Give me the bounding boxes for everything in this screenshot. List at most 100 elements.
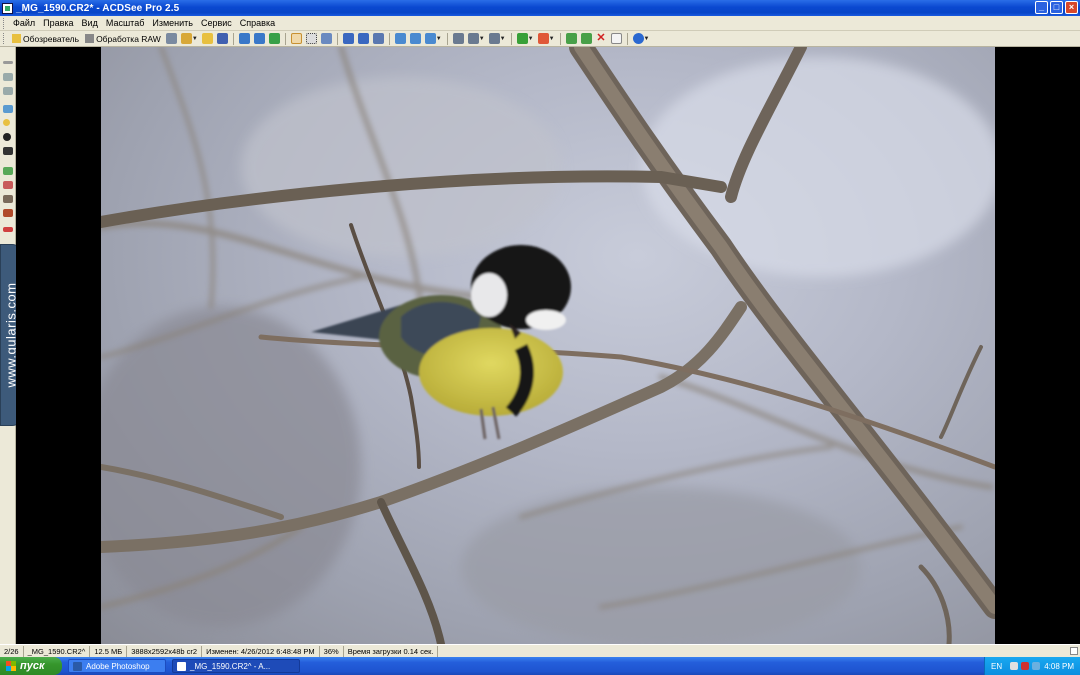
save-icon[interactable]: [216, 33, 228, 44]
menu-grip[interactable]: [3, 17, 6, 29]
image-basket-icon[interactable]: [516, 33, 528, 44]
select-tool-icon[interactable]: [290, 33, 302, 44]
acdsee-app-icon[interactable]: [2, 2, 13, 14]
scan-icon[interactable]: [165, 33, 177, 44]
undo-icon[interactable]: [488, 33, 500, 44]
taskbar-item-label: Adobe Photoshop: [86, 661, 150, 671]
size-grip[interactable]: [1070, 647, 1078, 655]
contrast-dock-icon[interactable]: [3, 133, 11, 141]
light-dock-icon[interactable]: [3, 119, 10, 126]
zoom-in-icon[interactable]: [394, 33, 406, 44]
move-to-folder-icon[interactable]: [565, 33, 577, 44]
menu-modify[interactable]: Изменить: [148, 18, 197, 28]
chevron-down-icon[interactable]: ▼: [479, 36, 485, 42]
menu-bar: Файл Правка Вид Масштаб Изменить Сервис …: [0, 16, 1080, 31]
status-bar: 2/26 _MG_1590.CR2^ 12.5 МБ 3888x2592x48b…: [0, 644, 1080, 657]
copy-to-folder-icon[interactable]: [580, 33, 592, 44]
fullscreen-icon[interactable]: [372, 33, 384, 44]
raw-processing-button[interactable]: Обработка RAW: [82, 34, 164, 44]
status-load-time: Время загрузки 0.14 сек.: [344, 645, 439, 657]
magnifier-icon[interactable]: [320, 33, 332, 44]
folder-icon: [12, 34, 21, 43]
menu-edit[interactable]: Правка: [39, 18, 77, 28]
person-dock-icon[interactable]: [3, 147, 13, 155]
dock-grip[interactable]: [3, 61, 13, 64]
menu-tools[interactable]: Сервис: [197, 18, 236, 28]
rotate-left-icon[interactable]: [452, 33, 464, 44]
previous-image-icon[interactable]: [238, 33, 250, 44]
toolbar: Обозреватель Обработка RAW ▼ ▼ ▼ ▼ ▼ ▼ ✕…: [0, 31, 1080, 47]
redo-dock-icon[interactable]: [3, 87, 13, 95]
minimize-button[interactable]: _: [1035, 1, 1048, 14]
raw-processing-label: Обработка RAW: [96, 33, 161, 44]
chevron-down-icon[interactable]: ▼: [192, 36, 198, 42]
toolbar-separator: [336, 32, 338, 45]
acdsee-icon: [177, 661, 186, 671]
crop-icon[interactable]: [305, 33, 317, 44]
menu-zoom[interactable]: Масштаб: [102, 18, 149, 28]
window-view-icon[interactable]: [342, 33, 354, 44]
open-icon[interactable]: [180, 33, 192, 44]
zoom-out-icon[interactable]: [409, 33, 421, 44]
status-modified: Изменен: 4/26/2012 6:48:48 PM: [202, 645, 320, 657]
image-dock-icon[interactable]: [3, 105, 13, 113]
folder-open-icon[interactable]: [201, 33, 213, 44]
properties-icon[interactable]: [610, 33, 622, 44]
rotate-right-icon[interactable]: [467, 33, 479, 44]
start-button[interactable]: пуск: [0, 657, 62, 675]
windows-flag-icon: [6, 661, 16, 671]
browser-button-label: Обозреватель: [23, 33, 80, 44]
filter-dock-icon[interactable]: [3, 209, 13, 217]
browser-button[interactable]: Обозреватель: [9, 34, 82, 44]
photo-great-tit[interactable]: [101, 47, 995, 644]
toolbar-separator: [388, 32, 390, 45]
taskbar-item-label: _MG_1590.CR2^ - A...: [190, 661, 271, 671]
window-controls: _ □ ×: [1035, 1, 1078, 14]
toolbar-separator: [284, 32, 286, 45]
maximize-button[interactable]: □: [1050, 1, 1063, 14]
close-button[interactable]: ×: [1065, 1, 1078, 14]
zoom-icon[interactable]: [424, 33, 436, 44]
title-bar[interactable]: _MG_1590.CR2* - ACDSee Pro 2.5 _ □ ×: [0, 0, 1080, 16]
network-tray-icon[interactable]: [1010, 662, 1019, 670]
chevron-down-icon[interactable]: ▼: [436, 36, 442, 42]
levels-dock-icon[interactable]: [3, 181, 13, 189]
taskbar-item-acdsee[interactable]: _MG_1590.CR2^ - A...: [172, 659, 300, 673]
toolbar-separator: [626, 32, 628, 45]
system-tray: EN 4:08 PM: [984, 657, 1080, 675]
slideshow-icon[interactable]: [268, 33, 280, 44]
undo-dock-icon[interactable]: [3, 73, 13, 81]
chevron-down-icon[interactable]: ▼: [549, 36, 555, 42]
chevron-down-icon[interactable]: ▼: [528, 36, 534, 42]
menu-view[interactable]: Вид: [78, 18, 102, 28]
toolbar-separator: [510, 32, 512, 45]
toolbar-separator: [232, 32, 234, 45]
toolbar-separator: [559, 32, 561, 45]
color-dock-icon[interactable]: [3, 195, 13, 203]
menu-help[interactable]: Справка: [236, 18, 279, 28]
next-image-icon[interactable]: [253, 33, 265, 44]
windows-taskbar: пуск Adobe Photoshop _MG_1590.CR2^ - A..…: [0, 657, 1080, 675]
landscape-dock-icon[interactable]: [3, 167, 13, 175]
chevron-down-icon[interactable]: ▼: [500, 36, 506, 42]
security-tray-icon[interactable]: [1021, 662, 1030, 670]
chevron-down-icon[interactable]: ▼: [644, 36, 650, 42]
raw-icon: [85, 34, 95, 43]
language-indicator[interactable]: EN: [991, 662, 1002, 671]
status-dimensions: 3888x2592x48b cr2: [127, 645, 203, 657]
toolbar-separator: [446, 32, 448, 45]
fit-view-icon[interactable]: [357, 33, 369, 44]
volume-tray-icon[interactable]: [1032, 662, 1041, 670]
menu-file[interactable]: Файл: [9, 18, 39, 28]
status-zoom[interactable]: 36%: [320, 645, 344, 657]
help-icon[interactable]: [632, 33, 644, 44]
clock[interactable]: 4:08 PM: [1044, 662, 1074, 671]
toolbar-grip[interactable]: [3, 33, 6, 44]
color-label-icon[interactable]: [537, 33, 549, 44]
image-viewer[interactable]: [16, 47, 1080, 644]
taskbar-item-photoshop[interactable]: Adobe Photoshop: [68, 659, 166, 673]
delete-icon[interactable]: ✕: [595, 33, 607, 44]
status-position: 2/26: [0, 645, 24, 657]
redeye-dock-icon[interactable]: [3, 227, 13, 232]
status-size: 12.5 МБ: [90, 645, 128, 657]
